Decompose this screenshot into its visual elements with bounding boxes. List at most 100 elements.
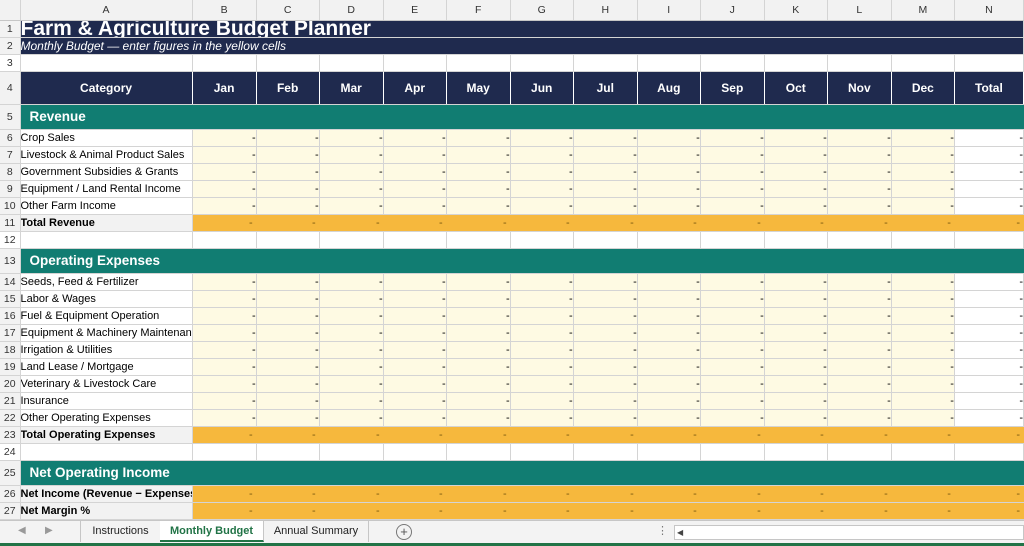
scroll-left-icon[interactable]: ◀: [677, 526, 683, 539]
input-cell[interactable]: -: [700, 324, 765, 342]
input-cell[interactable]: -: [446, 146, 511, 164]
empty-cell[interactable]: [446, 231, 511, 249]
total-cell[interactable]: -: [700, 426, 765, 444]
column-header[interactable]: I: [637, 0, 701, 21]
row-header[interactable]: 15: [0, 290, 21, 308]
input-cell[interactable]: -: [383, 409, 447, 427]
empty-cell[interactable]: [764, 231, 828, 249]
total-cell[interactable]: -: [319, 214, 384, 232]
header-month[interactable]: May: [446, 71, 511, 105]
section-title[interactable]: Operating Expenses: [20, 248, 193, 274]
input-cell[interactable]: -: [637, 197, 701, 215]
input-cell[interactable]: -: [319, 375, 384, 393]
input-cell[interactable]: -: [637, 290, 701, 308]
empty-cell[interactable]: [573, 443, 638, 461]
input-cell[interactable]: -: [827, 197, 892, 215]
row-header[interactable]: 21: [0, 392, 21, 410]
total-cell[interactable]: -: [383, 426, 447, 444]
total-cell[interactable]: -: [256, 485, 320, 503]
input-cell[interactable]: -: [256, 324, 320, 342]
input-cell[interactable]: -: [827, 129, 892, 147]
total-cell[interactable]: -: [891, 502, 955, 520]
row-header[interactable]: 8: [0, 163, 21, 181]
input-cell[interactable]: -: [827, 392, 892, 410]
total-cell[interactable]: -: [637, 426, 701, 444]
row-label[interactable]: Equipment & Machinery Maintenance: [20, 324, 193, 342]
total-cell[interactable]: -: [700, 485, 765, 503]
total-cell[interactable]: -: [192, 426, 257, 444]
input-cell[interactable]: -: [256, 341, 320, 359]
input-cell[interactable]: -: [256, 129, 320, 147]
total-cell[interactable]: -: [700, 214, 765, 232]
input-cell[interactable]: -: [192, 129, 257, 147]
input-cell[interactable]: -: [573, 163, 638, 181]
input-cell[interactable]: -: [827, 324, 892, 342]
row-header[interactable]: 11: [0, 214, 21, 232]
total-cell[interactable]: -: [256, 214, 320, 232]
input-cell[interactable]: -: [510, 375, 574, 393]
total-cell[interactable]: -: [637, 214, 701, 232]
row-header[interactable]: 19: [0, 358, 21, 376]
column-header[interactable]: E: [383, 0, 447, 21]
total-cell[interactable]: -: [954, 502, 1024, 520]
total-cell[interactable]: -: [446, 214, 511, 232]
empty-cell[interactable]: [891, 231, 955, 249]
total-cell[interactable]: -: [256, 426, 320, 444]
input-cell[interactable]: -: [891, 163, 955, 181]
row-header[interactable]: 5: [0, 104, 21, 130]
empty-cell[interactable]: [637, 54, 701, 72]
input-cell[interactable]: -: [827, 180, 892, 198]
input-cell[interactable]: -: [764, 375, 828, 393]
total-cell[interactable]: -: [383, 502, 447, 520]
input-cell[interactable]: -: [637, 307, 701, 325]
row-header[interactable]: 20: [0, 375, 21, 393]
input-cell[interactable]: -: [446, 180, 511, 198]
select-all-corner[interactable]: [0, 0, 21, 21]
prev-sheet-icon[interactable]: ◀: [18, 525, 26, 536]
total-cell[interactable]: -: [510, 502, 574, 520]
row-header[interactable]: 23: [0, 426, 21, 444]
row-header[interactable]: 6: [0, 129, 21, 147]
empty-cell[interactable]: [510, 231, 574, 249]
input-cell[interactable]: -: [256, 392, 320, 410]
empty-cell[interactable]: [700, 443, 765, 461]
input-cell[interactable]: -: [510, 324, 574, 342]
row-label[interactable]: Crop Sales: [20, 129, 193, 147]
input-cell[interactable]: -: [383, 290, 447, 308]
input-cell[interactable]: -: [319, 180, 384, 198]
total-cell[interactable]: -: [510, 485, 574, 503]
row-header[interactable]: 26: [0, 485, 21, 503]
empty-cell[interactable]: [446, 54, 511, 72]
input-cell[interactable]: -: [891, 273, 955, 291]
input-cell[interactable]: -: [256, 197, 320, 215]
row-total-cell[interactable]: -: [954, 146, 1024, 164]
column-header[interactable]: A: [20, 0, 193, 21]
input-cell[interactable]: -: [573, 375, 638, 393]
total-cell[interactable]: -: [827, 214, 892, 232]
header-category[interactable]: Category: [20, 71, 193, 105]
section-title[interactable]: Revenue: [20, 104, 193, 130]
total-cell[interactable]: -: [954, 426, 1024, 444]
total-cell[interactable]: -: [319, 502, 384, 520]
empty-cell[interactable]: [764, 54, 828, 72]
input-cell[interactable]: -: [446, 375, 511, 393]
section-title[interactable]: Net Operating Income: [20, 460, 193, 486]
sheet-nav-arrows[interactable]: ◀ ▶: [0, 521, 78, 543]
input-cell[interactable]: -: [446, 290, 511, 308]
total-cell[interactable]: -: [954, 214, 1024, 232]
empty-cell[interactable]: [319, 443, 384, 461]
input-cell[interactable]: -: [192, 392, 257, 410]
input-cell[interactable]: -: [891, 129, 955, 147]
input-cell[interactable]: -: [256, 409, 320, 427]
input-cell[interactable]: -: [573, 307, 638, 325]
input-cell[interactable]: -: [827, 341, 892, 359]
input-cell[interactable]: -: [573, 290, 638, 308]
total-cell[interactable]: -: [764, 426, 828, 444]
header-total[interactable]: Total: [954, 71, 1024, 105]
input-cell[interactable]: -: [319, 129, 384, 147]
header-month[interactable]: Oct: [764, 71, 828, 105]
row-total-cell[interactable]: -: [954, 341, 1024, 359]
input-cell[interactable]: -: [319, 358, 384, 376]
tab-instructions[interactable]: Instructions: [80, 521, 161, 542]
row-total-cell[interactable]: -: [954, 307, 1024, 325]
